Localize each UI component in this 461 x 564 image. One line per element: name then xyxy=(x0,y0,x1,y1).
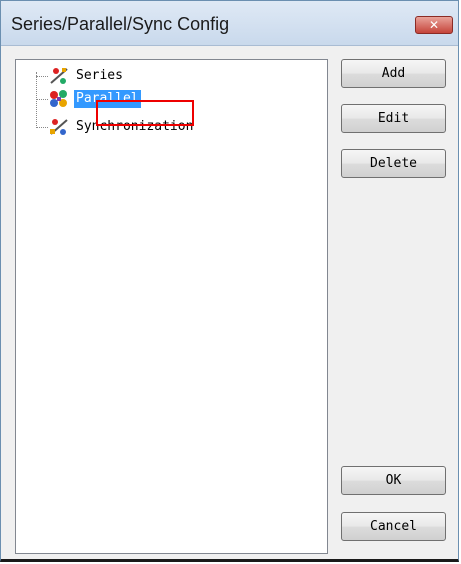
close-icon: ✕ xyxy=(428,18,440,32)
cancel-button[interactable]: Cancel xyxy=(341,512,446,541)
window-title: Series/Parallel/Sync Config xyxy=(11,14,230,34)
selection-highlight-box xyxy=(96,100,194,126)
tree-branch-line xyxy=(36,99,48,100)
edit-button[interactable]: Edit xyxy=(341,104,446,133)
delete-button[interactable]: Delete xyxy=(341,149,446,178)
add-button[interactable]: Add xyxy=(341,59,446,88)
tree-branch-line xyxy=(36,127,48,128)
series-icon xyxy=(50,68,68,84)
config-dialog: Series/Parallel/Sync Config ✕ Series Par… xyxy=(0,0,459,562)
ok-button[interactable]: OK xyxy=(341,466,446,495)
synchronization-icon xyxy=(50,119,68,135)
config-tree[interactable]: Series Parallel Synchronization xyxy=(15,59,328,554)
close-button[interactable]: ✕ xyxy=(415,16,453,34)
tree-item-label: Series xyxy=(76,68,123,83)
dialog-client-area: Series Parallel Synchronization Add Edit… xyxy=(2,46,457,559)
tree-connector-line xyxy=(36,72,37,128)
parallel-icon xyxy=(50,90,67,107)
title-bar[interactable]: Series/Parallel/Sync Config ✕ xyxy=(1,1,458,46)
tree-branch-line xyxy=(36,76,48,77)
